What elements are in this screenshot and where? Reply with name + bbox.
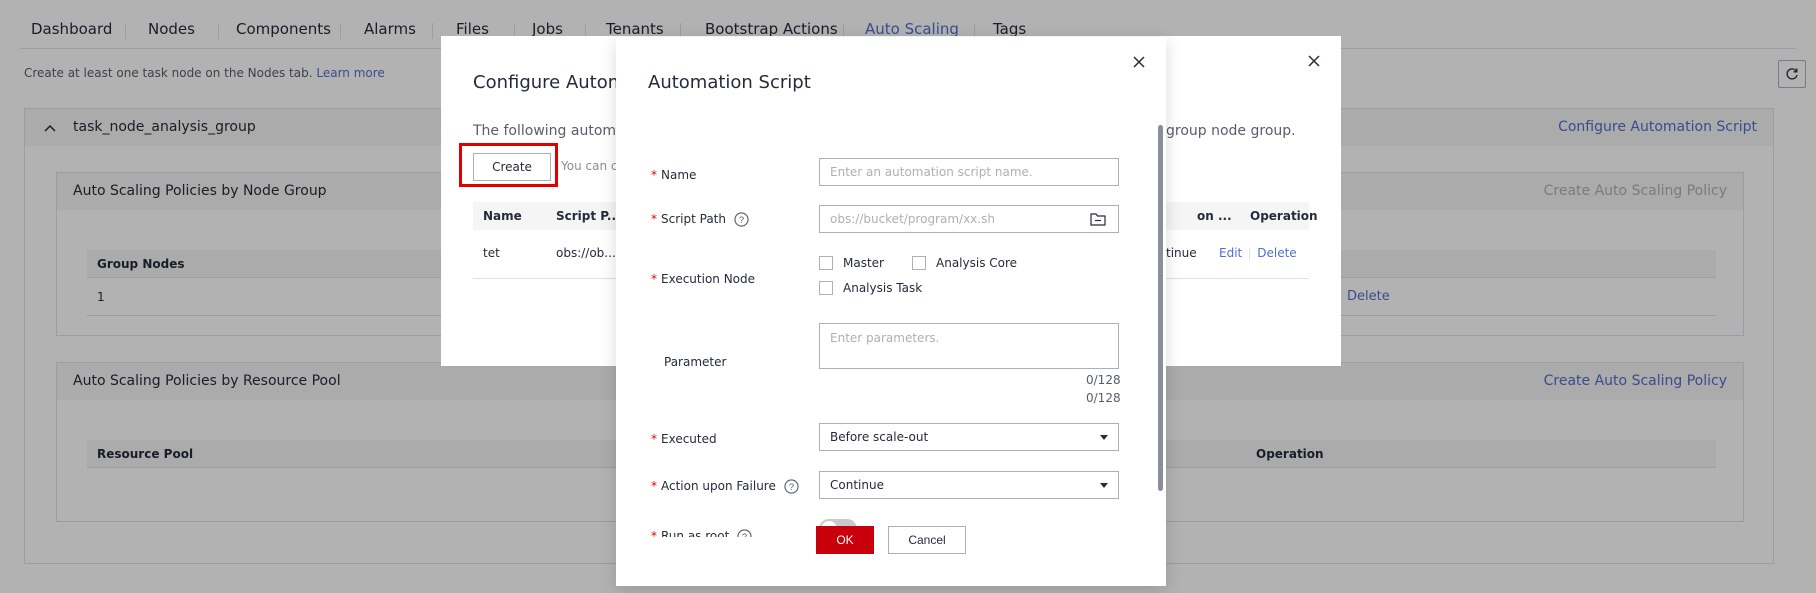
parameter-textarea[interactable]: Enter parameters. [819, 323, 1119, 369]
configure-dialog-description: The following automat [473, 123, 631, 139]
delete-link[interactable]: Delete [1257, 246, 1296, 260]
script-path-input[interactable]: obs://bucket/program/xx.sh [819, 205, 1119, 233]
analysis-task-checkbox[interactable]: Analysis Task [819, 280, 922, 296]
checkbox-box[interactable] [819, 281, 833, 295]
column-action-upon-failure: on ... [1197, 209, 1232, 223]
action-upon-failure-select[interactable]: Continue [819, 471, 1119, 499]
create-button-highlight [459, 143, 558, 187]
run-as-root-label: * Run as root? [651, 529, 752, 537]
edit-link[interactable]: Edit [1219, 246, 1242, 260]
execution-node-label: * Execution Node [651, 272, 756, 286]
action-upon-failure-cell: tinue [1166, 246, 1197, 260]
operation-cell: Edit Delete [1219, 246, 1297, 260]
svg-text:?: ? [789, 482, 794, 492]
automation-script-dialog: Automation Script * Name Enter an automat… [616, 37, 1166, 586]
executed-label: * Executed [651, 432, 717, 446]
configure-dialog-description-end: group node group. [1166, 123, 1296, 139]
automation-dialog-title: Automation Script [648, 72, 811, 93]
help-icon[interactable]: ? [734, 212, 749, 227]
help-icon[interactable]: ? [737, 529, 752, 537]
close-icon[interactable] [1307, 54, 1321, 68]
svg-text:?: ? [739, 215, 744, 225]
ok-button[interactable]: OK [816, 526, 874, 554]
script-path-placeholder: obs://bucket/program/xx.sh [830, 212, 995, 226]
analysis-core-checkbox[interactable]: Analysis Core [912, 255, 1017, 271]
close-icon[interactable] [1132, 55, 1146, 69]
script-name-cell: tet [483, 246, 500, 260]
column-name: Name [483, 209, 522, 223]
name-label: * Name [651, 168, 697, 182]
caret-down-icon [1100, 483, 1108, 488]
action-upon-failure-label: * Action upon Failure? [651, 479, 799, 494]
caret-down-icon [1100, 435, 1108, 440]
automation-form: * Name Enter an automation script name. *… [616, 117, 1166, 537]
script-path-label: * Script Path? [651, 212, 749, 227]
checkbox-box[interactable] [819, 256, 833, 270]
parameter-char-counter: 0/128 [1086, 373, 1121, 387]
cancel-button[interactable]: Cancel [888, 526, 966, 554]
create-note: You can c [561, 159, 618, 173]
link-divider [1249, 247, 1251, 260]
column-operation: Operation [1250, 209, 1318, 223]
executed-value: Before scale-out [830, 430, 929, 444]
dialog-scrollbar[interactable] [1158, 125, 1163, 491]
configure-dialog-title: Configure Automa [473, 72, 637, 93]
column-script-path: Script P... [556, 209, 621, 223]
parameter-label: Parameter [664, 355, 727, 369]
parameter-char-counter: 0/128 [1086, 391, 1121, 405]
script-name-input[interactable]: Enter an automation script name. [819, 158, 1119, 186]
folder-icon[interactable] [1090, 212, 1106, 226]
help-icon[interactable]: ? [784, 479, 799, 494]
action-upon-failure-value: Continue [830, 478, 884, 492]
master-checkbox[interactable]: Master [819, 255, 884, 271]
svg-text:?: ? [742, 532, 747, 537]
checkbox-box[interactable] [912, 256, 926, 270]
script-path-cell: obs://ob... [556, 246, 616, 260]
executed-select[interactable]: Before scale-out [819, 423, 1119, 451]
